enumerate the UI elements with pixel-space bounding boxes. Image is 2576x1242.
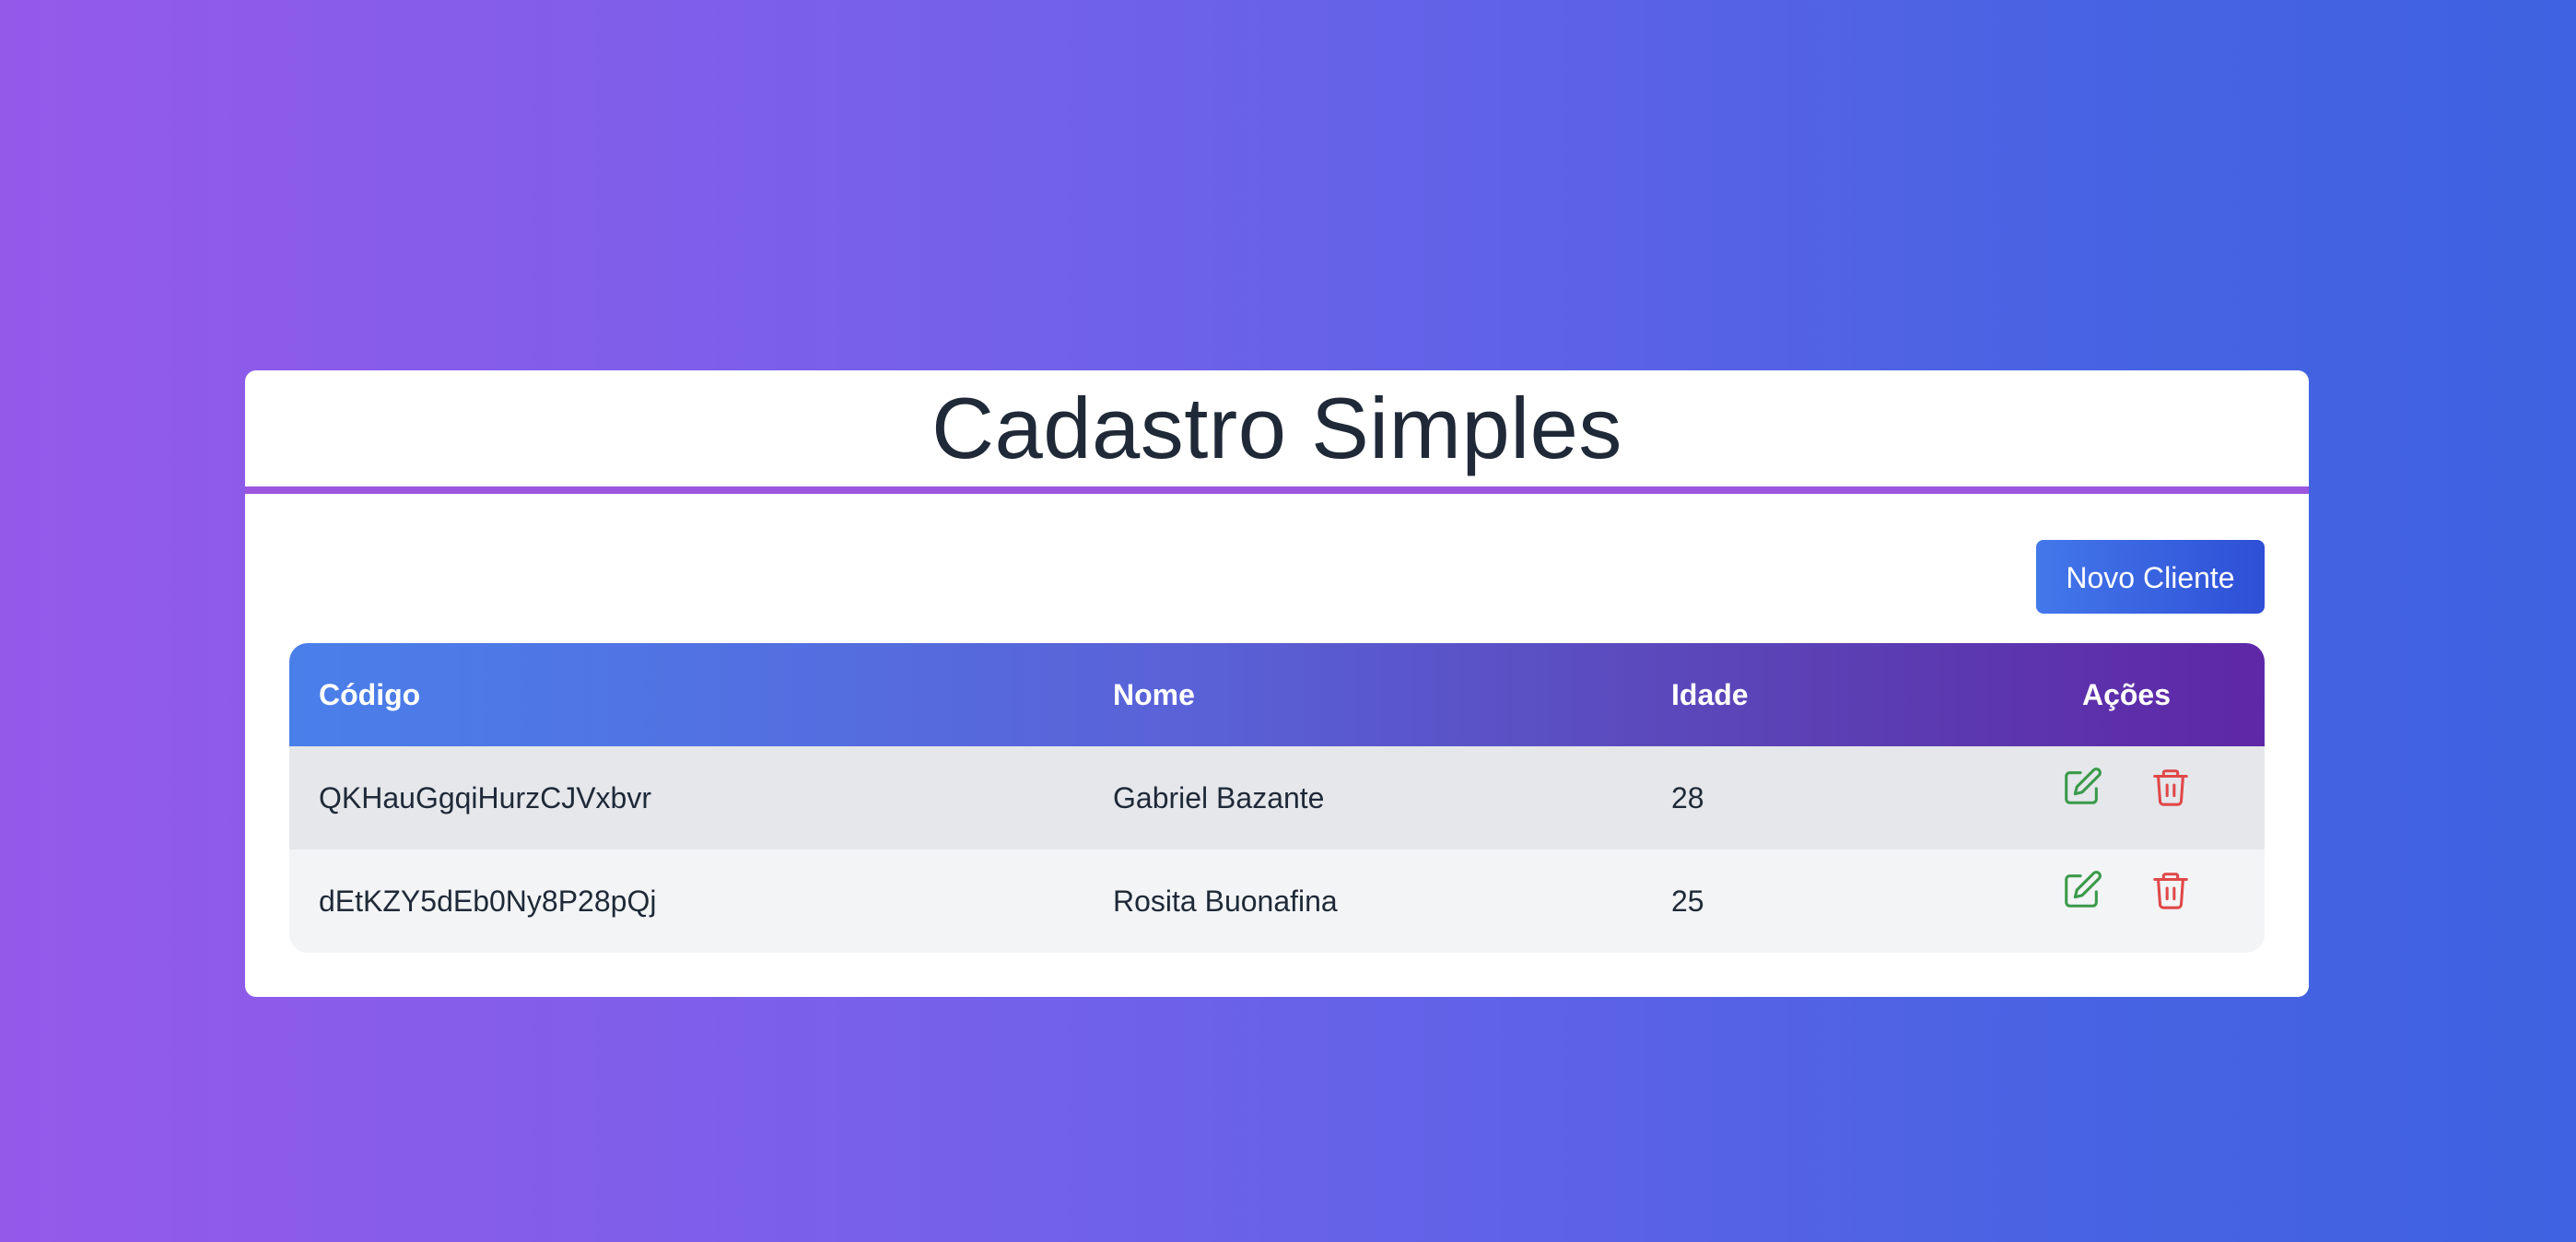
new-client-button[interactable]: Novo Cliente — [2036, 540, 2265, 614]
cell-codigo: QKHauGgqiHurzCJVxbvr — [319, 780, 651, 814]
column-header-idade: Idade — [1671, 677, 1749, 711]
cell-acoes — [1988, 849, 2265, 953]
card-header: Cadastro Simples — [245, 370, 2309, 494]
trash-icon[interactable] — [2149, 766, 2192, 808]
table-header-row: Código Nome Idade Ações — [289, 643, 2265, 746]
column-header-acoes: Ações — [2081, 677, 2172, 711]
toolbar: Novo Cliente — [2036, 540, 2265, 614]
row-actions — [2061, 869, 2192, 911]
cell-idade: 28 — [1671, 780, 1704, 814]
edit-icon[interactable] — [2061, 869, 2103, 911]
cell-codigo: dEtKZY5dEb0Ny8P28pQj — [319, 884, 657, 918]
table-row: dEtKZY5dEb0Ny8P28pQj Rosita Buonafina 25 — [289, 849, 2265, 953]
page-title: Cadastro Simples — [931, 380, 1622, 476]
trash-icon[interactable] — [2149, 869, 2192, 911]
column-header-nome: Nome — [1113, 677, 1195, 711]
table-header: Código Nome Idade Ações — [289, 643, 2265, 746]
clients-table: Código Nome Idade Ações QKHauGgqiHurzCJV… — [289, 643, 2265, 953]
table-row: QKHauGgqiHurzCJVxbvr Gabriel Bazante 28 — [289, 746, 2265, 849]
table-body: QKHauGgqiHurzCJVxbvr Gabriel Bazante 28 — [289, 746, 2265, 953]
cell-nome: Gabriel Bazante — [1113, 780, 1325, 814]
cell-acoes — [1988, 746, 2265, 849]
edit-icon[interactable] — [2061, 766, 2103, 808]
clients-table-container: Código Nome Idade Ações QKHauGgqiHurzCJV… — [289, 643, 2265, 953]
main-card: Cadastro Simples Novo Cliente Código Nom… — [245, 370, 2309, 997]
column-header-codigo: Código — [319, 677, 421, 711]
cell-idade: 25 — [1671, 884, 1704, 918]
row-actions — [2061, 766, 2192, 808]
cell-nome: Rosita Buonafina — [1113, 884, 1338, 918]
